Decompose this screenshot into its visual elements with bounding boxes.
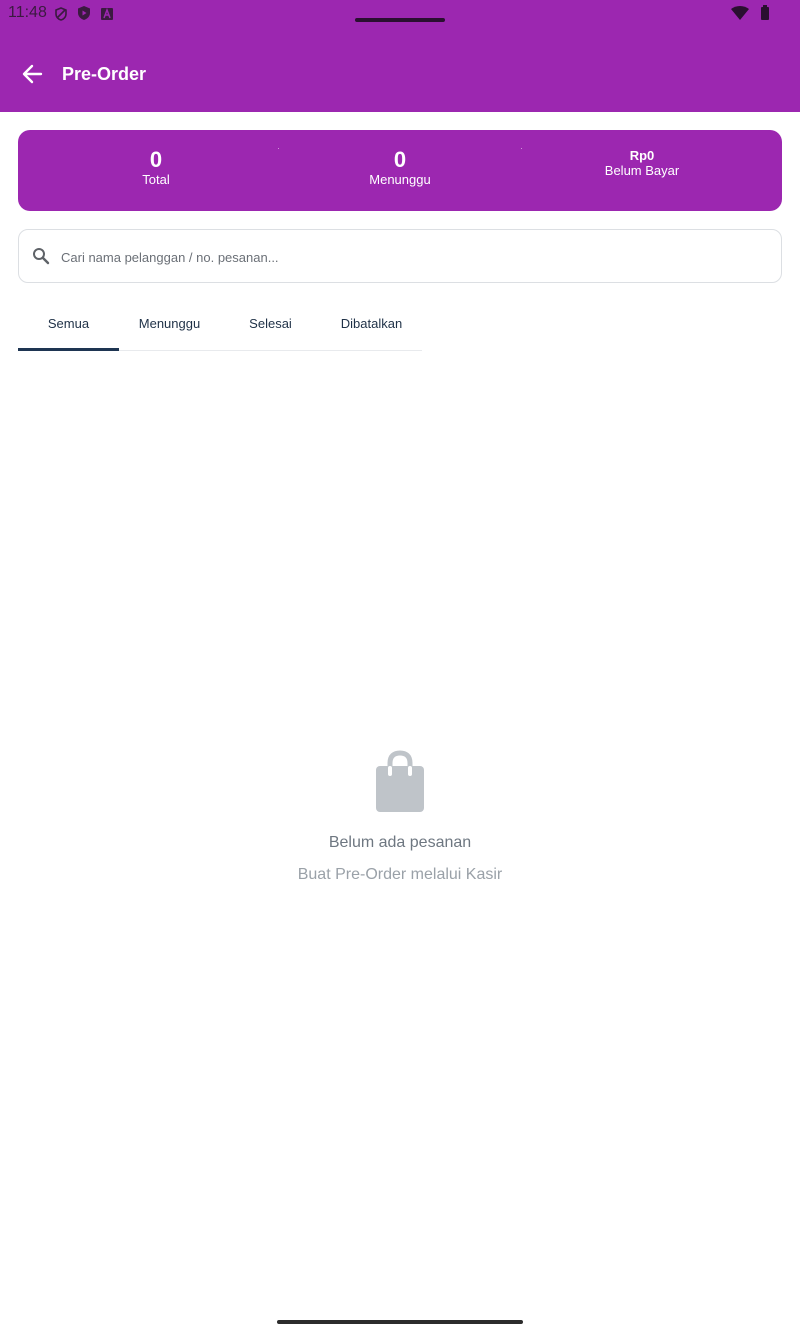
empty-subtitle: Buat Pre-Order melalui Kasir xyxy=(297,866,503,883)
app-bar: 11:48 Pre-Order xyxy=(0,0,800,112)
status-icons-left xyxy=(54,5,114,25)
privacy-shield-icon xyxy=(54,6,68,25)
stat-total-value: 0 xyxy=(149,147,163,172)
status-icons-right xyxy=(730,5,770,25)
stat-unpaid-label: Belum Bayar xyxy=(604,163,680,178)
shopping-bag-icon xyxy=(0,750,800,818)
summary-card: 0 Total 0 Menunggu Rp0 Belum Bayar xyxy=(18,130,782,211)
tab-selesai[interactable]: Selesai xyxy=(220,300,321,350)
stat-waiting-label: Menunggu xyxy=(369,172,431,187)
play-protect-icon xyxy=(76,5,92,25)
empty-title: Belum ada pesanan xyxy=(328,834,472,851)
back-button[interactable] xyxy=(14,60,50,92)
tab-semua[interactable]: Semua xyxy=(18,300,119,351)
stat-total: 0 Total xyxy=(58,130,254,211)
stat-unpaid-value: Rp0 xyxy=(629,148,655,163)
stat-unpaid: Rp0 Belum Bayar xyxy=(544,130,740,211)
camera-notch xyxy=(355,18,445,22)
empty-state: Belum ada pesanan Buat Pre-Order melalui… xyxy=(0,750,800,884)
wifi-icon xyxy=(730,5,750,25)
search-input[interactable] xyxy=(59,240,763,274)
arrow-back-icon xyxy=(21,63,43,89)
battery-icon xyxy=(760,5,770,25)
page-title: Pre-Order xyxy=(62,64,147,84)
tab-menunggu[interactable]: Menunggu xyxy=(119,300,220,350)
status-tabs: Semua Menunggu Selesai Dibatalkan xyxy=(18,300,422,351)
stat-divider xyxy=(278,148,279,149)
tab-label: Menunggu xyxy=(138,315,201,331)
tab-label: Semua xyxy=(47,315,90,331)
search-icon xyxy=(32,247,50,269)
stat-divider xyxy=(521,148,522,149)
tab-dibatalkan[interactable]: Dibatalkan xyxy=(321,300,422,350)
stat-waiting-value: 0 xyxy=(393,147,407,172)
search-box[interactable] xyxy=(18,229,782,283)
stat-waiting: 0 Menunggu xyxy=(302,130,498,211)
tab-label: Dibatalkan xyxy=(340,315,403,331)
status-bar: 11:48 xyxy=(0,0,800,30)
font-a-icon xyxy=(100,6,114,25)
home-indicator xyxy=(277,1320,523,1324)
tab-label: Selesai xyxy=(249,315,292,331)
stat-total-label: Total xyxy=(142,172,170,187)
status-time: 11:48 xyxy=(8,4,47,21)
